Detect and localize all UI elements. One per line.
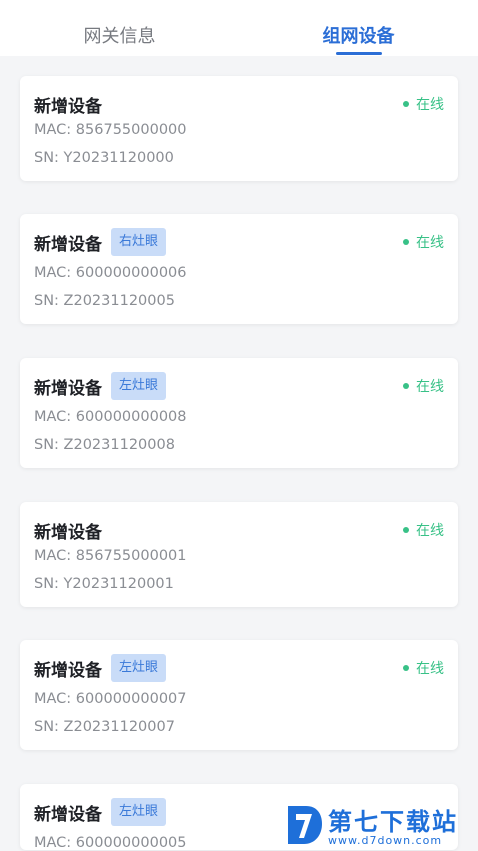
device-mac: MAC: 600000000008: [34, 409, 187, 425]
device-name: 新增设备: [34, 96, 102, 117]
device-status: 在线: [403, 516, 444, 544]
device-status: 在线: [403, 372, 444, 400]
device-card[interactable]: 新增设备 左灶眼 在线 MAC: 600000000007 SN: Z20231…: [20, 640, 458, 750]
device-name: 新增设备: [34, 804, 102, 825]
status-text: 在线: [416, 661, 444, 677]
device-sn: SN: Z20231120008: [34, 437, 175, 453]
device-position-tag: 右灶眼: [111, 228, 167, 256]
site-watermark: 第七下载站 www.d7down.com: [284, 798, 478, 850]
device-status: 在线: [403, 654, 444, 682]
device-name-row: 新增设备 左灶眼: [34, 654, 167, 682]
device-name: 新增设备: [34, 234, 102, 255]
device-mac: MAC: 856755000001: [34, 548, 187, 564]
device-card[interactable]: 新增设备 左灶眼 在线 MAC: 600000000008 SN: Z20231…: [20, 358, 458, 468]
tab-label: 网关信息: [83, 26, 156, 47]
status-text: 在线: [416, 523, 444, 539]
device-name-row: 新增设备 左灶眼: [34, 372, 167, 400]
online-dot-icon: [403, 101, 409, 107]
device-name-row: 新增设备: [34, 90, 102, 118]
active-tab-indicator: [335, 52, 382, 55]
device-sn: SN: Y20231120001: [34, 576, 174, 592]
device-mac: MAC: 600000000005: [34, 835, 187, 851]
device-status: 在线: [403, 228, 444, 256]
device-card[interactable]: 新增设备 右灶眼 在线 MAC: 600000000006 SN: Z20231…: [20, 214, 458, 324]
device-name-row: 新增设备 右灶眼: [34, 228, 167, 256]
device-name-row: 新增设备 左灶眼: [34, 798, 167, 826]
status-text: 在线: [416, 235, 444, 251]
status-text: 在线: [416, 97, 444, 113]
device-mac: MAC: 600000000006: [34, 265, 187, 281]
device-name: 新增设备: [34, 522, 102, 543]
online-dot-icon: [403, 665, 409, 671]
online-dot-icon: [403, 383, 409, 389]
device-card[interactable]: 新增设备 在线 MAC: 856755000001 SN: Y202311200…: [20, 502, 458, 607]
device-card[interactable]: 新增设备 在线 MAC: 856755000000 SN: Y202311200…: [20, 76, 458, 181]
device-position-tag: 左灶眼: [111, 654, 167, 682]
device-position-tag: 左灶眼: [111, 798, 167, 826]
tab-bar: 网关信息 组网设备: [0, 0, 478, 56]
device-status: 在线: [403, 90, 444, 118]
watermark-url: www.d7down.com: [328, 834, 443, 847]
device-mac: MAC: 856755000000: [34, 122, 187, 138]
d7-logo-icon: [288, 806, 322, 844]
online-dot-icon: [403, 239, 409, 245]
device-sn: SN: Z20231120005: [34, 293, 175, 309]
device-sn: SN: Y20231120000: [34, 150, 174, 166]
device-sn: SN: Z20231120007: [34, 719, 175, 735]
tab-label: 组网设备: [322, 26, 395, 47]
device-name: 新增设备: [34, 378, 102, 399]
device-mac: MAC: 600000000007: [34, 691, 187, 707]
watermark-title: 第七下载站: [328, 808, 458, 836]
tab-network-devices[interactable]: 组网设备: [239, 0, 478, 56]
status-text: 在线: [416, 379, 444, 395]
device-name: 新增设备: [34, 660, 102, 681]
online-dot-icon: [403, 527, 409, 533]
tab-gateway-info[interactable]: 网关信息: [0, 0, 239, 56]
device-name-row: 新增设备: [34, 516, 102, 544]
device-position-tag: 左灶眼: [111, 372, 167, 400]
